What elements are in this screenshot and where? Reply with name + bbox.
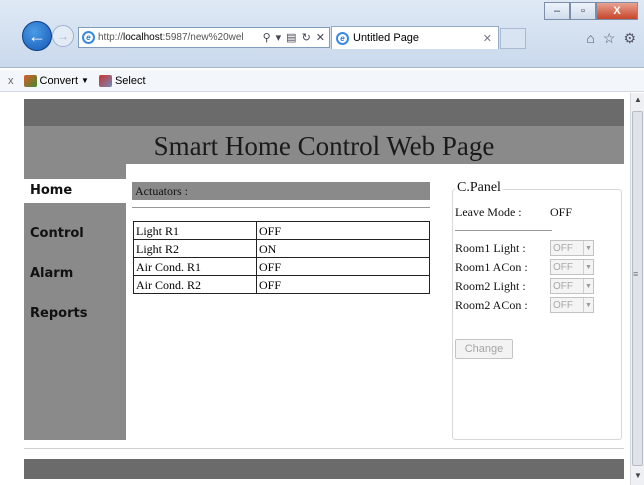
- room1-acon-value: OFF: [553, 261, 573, 273]
- actuator-name: Light R1: [133, 221, 257, 240]
- close-window-button[interactable]: X: [596, 2, 638, 20]
- page-footer: [24, 459, 624, 479]
- chevron-down-icon: ▼: [81, 76, 89, 85]
- page-top-bar: [24, 99, 624, 126]
- site-icon: e: [82, 31, 95, 44]
- convert-label: Convert: [39, 74, 79, 87]
- room2-light-select[interactable]: OFF ▼: [550, 278, 594, 294]
- sidebar-item-reports[interactable]: Reports: [30, 306, 87, 321]
- actuators-divider: [132, 207, 430, 208]
- control-panel-legend: C.Panel: [455, 180, 503, 196]
- minimize-button[interactable]: –: [544, 2, 570, 20]
- vertical-scrollbar[interactable]: ▲ ≡ ▼: [630, 93, 644, 485]
- scroll-grip-icon: ≡: [633, 269, 639, 279]
- tab-site-icon: e: [336, 31, 349, 45]
- room2-acon-select[interactable]: OFF ▼: [550, 297, 594, 313]
- control-panel-divider: [455, 230, 552, 231]
- table-row: Light R2 ON: [133, 239, 430, 258]
- scroll-down-icon[interactable]: ▼: [633, 471, 643, 480]
- table-row: Air Cond. R2 OFF: [133, 275, 430, 294]
- back-button[interactable]: ←: [22, 21, 52, 51]
- actuators-table: Light R1 OFF Light R2 ON Air Cond. R1 OF…: [133, 221, 430, 294]
- star-icon[interactable]: ☆: [603, 30, 616, 47]
- footer-divider: [24, 448, 624, 449]
- select-button[interactable]: Select: [98, 74, 146, 87]
- page-title: Smart Home Control Web Page: [153, 131, 495, 161]
- url-scheme: http://: [98, 32, 124, 43]
- sidebar-item-control[interactable]: Control: [30, 226, 84, 241]
- actuator-status: ON: [256, 239, 430, 258]
- change-button[interactable]: Change: [455, 339, 513, 359]
- table-row: Air Cond. R1 OFF: [133, 257, 430, 276]
- home-icon[interactable]: ⌂: [586, 30, 594, 47]
- actuator-name: Air Cond. R1: [133, 257, 257, 276]
- back-arrow-icon: ←: [28, 25, 46, 46]
- address-tools: ⚲ ▾ ▤ ↻ ✕: [263, 31, 329, 44]
- actuator-status: OFF: [256, 275, 430, 294]
- address-bar[interactable]: e http://localhost:5987/new%20wel ⚲ ▾ ▤ …: [78, 27, 330, 48]
- convert-icon: [23, 74, 37, 87]
- actuator-name: Air Cond. R2: [133, 275, 257, 294]
- dropdown-arrow-icon[interactable]: ▾: [276, 31, 282, 44]
- page-header: Smart Home Control Web Page: [24, 126, 624, 164]
- room2-light-label: Room2 Light :: [455, 279, 526, 293]
- room1-acon-select[interactable]: OFF ▼: [550, 259, 594, 275]
- scroll-up-icon[interactable]: ▲: [633, 95, 643, 104]
- room1-light-select[interactable]: OFF ▼: [550, 240, 594, 256]
- new-tab-button[interactable]: [500, 28, 526, 49]
- command-bar: x Convert ▼ Select: [0, 70, 644, 92]
- convert-menu[interactable]: Convert ▼: [23, 74, 89, 87]
- browser-toolbar-icons: ⌂ ☆ ⚙: [586, 30, 636, 47]
- actuator-name: Light R2: [133, 239, 257, 258]
- sidebar-item-alarm[interactable]: Alarm: [30, 266, 73, 281]
- command-bar-close-icon[interactable]: x: [8, 75, 14, 87]
- sidebar-item-home[interactable]: Home: [24, 179, 126, 203]
- page-viewport: Smart Home Control Web Page Home Control…: [0, 93, 644, 485]
- window-controls: – ▫ X: [544, 2, 638, 20]
- refresh-icon[interactable]: ↻: [302, 31, 311, 44]
- maximize-button[interactable]: ▫: [570, 2, 596, 20]
- tab-untitled-page[interactable]: e Untitled Page ✕: [331, 26, 499, 49]
- forward-arrow-icon: →: [57, 29, 69, 43]
- chevron-down-icon: ▼: [583, 298, 593, 312]
- actuator-status: OFF: [256, 221, 430, 240]
- room1-acon-label: Room1 ACon :: [455, 260, 528, 274]
- url-text[interactable]: http://localhost:5987/new%20wel: [98, 32, 248, 43]
- table-row: Light R1 OFF: [133, 221, 430, 240]
- browser-title-bar: – ▫ X ← → e http://localhost:5987/new%20…: [0, 0, 644, 68]
- tab-title: Untitled Page: [353, 32, 420, 44]
- room2-acon-value: OFF: [553, 299, 573, 311]
- sidebar: Home Control Alarm Reports: [24, 164, 126, 440]
- room1-light-label: Room1 Light :: [455, 241, 526, 255]
- gear-icon[interactable]: ⚙: [623, 30, 636, 47]
- search-icon[interactable]: ⚲: [263, 31, 271, 44]
- stop-icon[interactable]: ✕: [316, 31, 325, 44]
- actuators-header: Actuators :: [132, 182, 430, 200]
- compatibility-view-icon[interactable]: ▤: [286, 31, 296, 44]
- chevron-down-icon: ▼: [583, 260, 593, 274]
- scrollbar-thumb[interactable]: [632, 111, 643, 466]
- select-icon: [98, 74, 112, 87]
- forward-button[interactable]: →: [52, 25, 74, 47]
- url-host: localhost: [123, 32, 163, 43]
- leave-mode-value: OFF: [550, 205, 573, 219]
- chevron-down-icon: ▼: [583, 241, 593, 255]
- leave-mode-label: Leave Mode :: [455, 205, 522, 219]
- url-path: :5987/new%20wel: [162, 32, 244, 43]
- tab-close-icon[interactable]: ✕: [483, 32, 492, 45]
- room2-acon-label: Room2 ACon :: [455, 298, 528, 312]
- room2-light-value: OFF: [553, 280, 573, 292]
- room1-light-value: OFF: [553, 242, 573, 254]
- chevron-down-icon: ▼: [583, 279, 593, 293]
- control-panel: [452, 189, 622, 440]
- select-label: Select: [114, 74, 146, 87]
- actuator-status: OFF: [256, 257, 430, 276]
